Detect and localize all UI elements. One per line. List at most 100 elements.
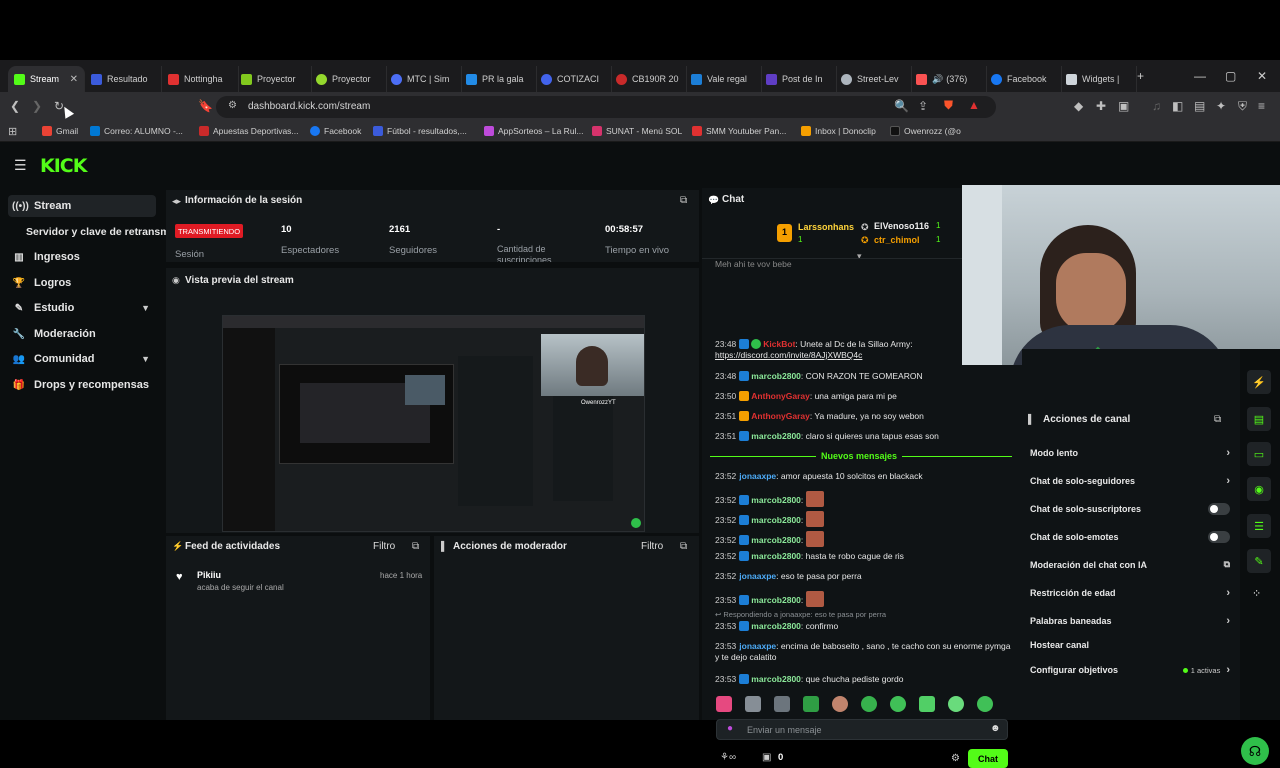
tab-nottingham[interactable]: Nottingha [162,66,239,92]
tab-youtube[interactable]: 🔊 (376) [910,66,987,92]
rail-broadcast-icon[interactable]: ◉ [1247,477,1271,501]
emote-icon[interactable] [774,696,790,712]
tab-stream[interactable]: Stream ✕ [8,66,85,92]
chevron-down-icon[interactable]: ▼ [141,354,150,364]
feed-filter-button[interactable]: Filtro [373,541,395,552]
minimize-icon[interactable]: — [1194,69,1206,83]
screenshot-icon[interactable]: ▣ [1118,99,1129,113]
discord-link[interactable]: https://discord.com/invite/8AJjXWBQ4c [715,350,862,360]
sidebar-item-logros[interactable]: 🏆 Logros [8,272,156,294]
chevron-down-icon[interactable]: ▼ [141,303,150,313]
popout-icon[interactable]: ⧉ [680,195,687,206]
extensions-icon[interactable]: ✚ [1096,99,1106,113]
toggle-switch[interactable] [1208,503,1230,515]
action-solo-emotes[interactable]: Chat de solo-emotes [1030,531,1230,543]
bookmark-tiktok[interactable]: Owenrozz (@o [890,126,961,136]
tab-cotizacion[interactable]: COTIZACI [535,66,612,92]
emote-icon[interactable] [745,696,761,712]
tab-proyector-2[interactable]: Proyector [310,66,387,92]
rail-wrench-icon[interactable]: ✎ [1247,549,1271,573]
action-solo-suscriptores[interactable]: Chat de solo-suscriptores [1030,503,1230,515]
sidebar-item-estudio[interactable]: ✎ Estudio ▼ [8,297,156,319]
close-icon[interactable]: ✕ [70,74,78,85]
kick-logo[interactable]: KICK [40,155,87,177]
emote-icon[interactable] [716,696,732,712]
back-icon[interactable]: ❮ [10,99,20,113]
tab-widgets[interactable]: Widgets | [1060,66,1137,92]
sidebar-item-moderacion[interactable]: 🔧 Moderación [8,323,156,345]
bookmark-smm[interactable]: SMM Youtuber Pan... [692,126,786,136]
vpn-icon[interactable]: ⛨ [1238,99,1247,114]
popout-icon[interactable]: ⧉ [1214,414,1221,425]
tab-mtc[interactable]: MTC | Sim [385,66,462,92]
rail-chat-icon[interactable]: ▭ [1247,442,1271,466]
tab-post[interactable]: Post de In [760,66,837,92]
popout-icon[interactable]: ⧉ [412,541,419,552]
rail-notes-icon[interactable]: ▤ [1247,407,1271,431]
emote-icon[interactable] [948,696,964,712]
new-tab-icon[interactable]: + [1137,69,1144,83]
top-gifter-2[interactable]: ElVenoso116 [874,221,929,231]
emote-icon[interactable] [803,696,819,712]
tab-street-level[interactable]: Street-Lev [835,66,912,92]
users-infinity-icon[interactable]: ⚘∞ [720,752,736,763]
popout-icon[interactable]: ⧉ [680,541,687,552]
bookmark-correo[interactable]: Correo: ALUMNO -... [90,126,183,136]
emote-icon[interactable] [919,696,935,712]
action-configurar-objetivos[interactable]: Configurar objetivos 1 activas › [1030,664,1230,676]
mod-filter-button[interactable]: Filtro [641,541,663,552]
brave-shield-icon[interactable]: ⛊ [944,98,953,113]
top-gifter-3[interactable]: ctr_chimol [874,235,920,245]
bookmark-donoclip[interactable]: Inbox | Donoclip [801,126,876,136]
ai-icon[interactable]: ✦ [1216,99,1226,113]
action-restriccion-edad[interactable]: Restricción de edad › [1030,587,1230,599]
tab-pr-gala[interactable]: PR la gala [460,66,537,92]
action-solo-seguidores[interactable]: Chat de solo-seguidores › [1030,475,1230,487]
emote-icon[interactable] [977,696,993,712]
extension-diamond-icon[interactable]: ◆ [1074,99,1083,113]
maximize-icon[interactable]: ▢ [1225,69,1236,83]
tab-proyector-1[interactable]: Proyector [235,66,312,92]
action-moderacion-ia[interactable]: Moderación del chat con IA ⧉ [1030,559,1230,570]
bookmark-icon[interactable]: 🔖 [198,99,213,113]
sidebar-item-ingresos[interactable]: ▥ Ingresos [8,246,156,268]
action-palabras-baneadas[interactable]: Palabras baneadas › [1030,615,1230,627]
action-hostear-canal[interactable]: Hostear canal [1030,640,1230,650]
site-info-icon[interactable]: ⚙ [228,100,237,111]
forward-icon[interactable]: ❯ [32,99,42,113]
chat-input[interactable]: ● Enviar un mensaje ☻ [716,719,1008,740]
hamburger-menu-icon[interactable]: ☰ [14,157,27,174]
bookmark-futbol[interactable]: Fútbol - resultados,... [373,126,467,136]
rail-drag-icon[interactable]: ⁘ [1252,587,1261,600]
toggle-switch[interactable] [1208,531,1230,543]
sidebar-toggle-icon[interactable]: ◧ [1172,99,1183,113]
emote-icon[interactable] [861,696,877,712]
emote-icon[interactable] [890,696,906,712]
menu-icon[interactable]: ≡ [1258,99,1265,113]
sidebar-item-server-key[interactable]: Servidor y clave de retransm [22,221,170,243]
help-headset-icon[interactable]: ☊ [1241,737,1269,765]
tab-resultado[interactable]: Resultado [85,66,162,92]
action-modo-lento[interactable]: Modo lento › [1030,447,1230,459]
media-icon[interactable]: ♫ [1152,99,1161,113]
microphone-icon[interactable]: ● [727,723,733,734]
url-field[interactable]: ⚙ dashboard.kick.com/stream [216,96,996,118]
close-window-icon[interactable]: ✕ [1257,69,1267,83]
settings-gear-icon[interactable]: ⚙ [951,753,960,764]
top-gifter-1[interactable]: Larssonhans [798,222,854,232]
tab-facebook[interactable]: Facebook [985,66,1062,92]
emote-icon[interactable] [832,696,848,712]
bookmark-appsorteos[interactable]: AppSorteos – La Rul... [484,126,584,136]
bookmark-sunat[interactable]: SUNAT - Menú SOL [592,126,682,136]
stream-preview-video[interactable]: OwenrozzYT [222,315,645,532]
sidebar-item-stream[interactable]: ((•)) Stream [8,195,156,217]
send-chat-button[interactable]: Chat [968,749,1008,768]
sidebar-item-drops[interactable]: 🎁 Drops y recompensas [8,374,156,396]
wallet-icon[interactable]: ▤ [1194,99,1205,113]
store-icon[interactable]: ▣ [762,752,771,763]
tab-cb190r[interactable]: CB190R 20 [610,66,687,92]
tab-vale-regalo[interactable]: Vale regal [685,66,762,92]
zoom-icon[interactable]: 🔍 [894,99,909,113]
brave-rewards-icon[interactable]: ▲ [968,98,980,112]
rail-lightning-icon[interactable]: ⚡ [1247,370,1271,394]
